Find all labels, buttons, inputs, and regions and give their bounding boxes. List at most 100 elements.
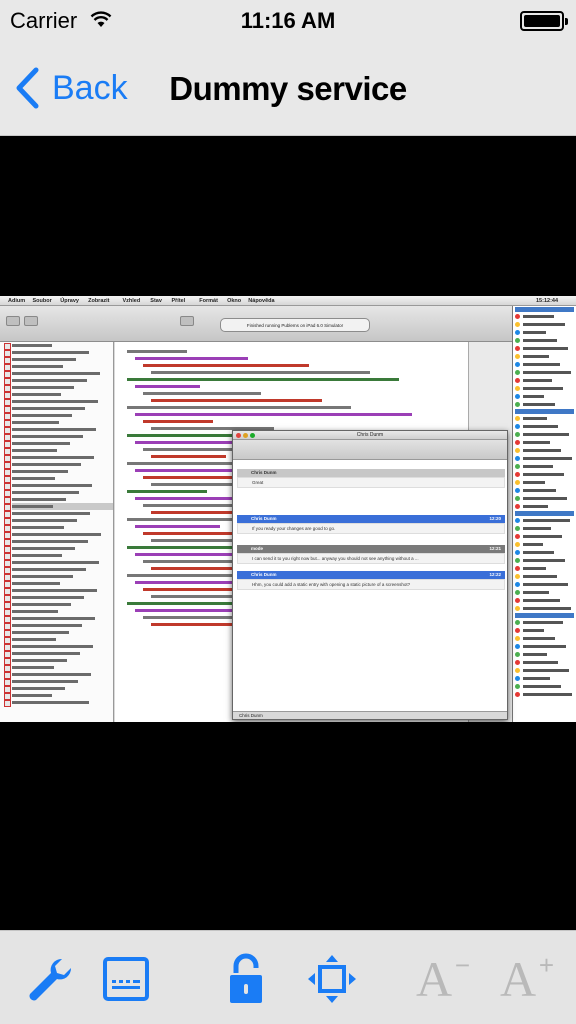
buddy-row xyxy=(515,321,574,328)
buddy-row xyxy=(515,573,574,580)
code-line xyxy=(143,364,309,367)
chat-toolbar xyxy=(233,440,507,460)
buddy-row xyxy=(515,517,574,524)
navigator-row xyxy=(4,678,113,686)
buddy-row xyxy=(515,393,574,400)
xcode-status-pill: Finished running Publems on iPad 6.0 Sim… xyxy=(220,318,370,332)
buddy-row xyxy=(515,511,574,516)
fit-screen-button[interactable] xyxy=(304,951,360,1007)
navigator-row xyxy=(4,384,113,392)
navigator-row xyxy=(4,657,113,665)
buddy-row xyxy=(515,455,574,462)
buddy-row xyxy=(515,691,574,698)
chat-message-header: Chris Dunm 12:22 xyxy=(237,571,505,579)
chat-window: Chris Dunm Chris Dunm Great Chris Dunm 12:2… xyxy=(232,430,508,720)
settings-button[interactable] xyxy=(22,951,78,1007)
buddy-row xyxy=(515,361,574,368)
menubar-clock: 15:12:44 xyxy=(536,298,559,304)
navigator-row xyxy=(4,608,113,616)
navigator-row xyxy=(4,636,113,644)
stop-button xyxy=(24,316,38,326)
navigator-row xyxy=(4,622,113,630)
navigator-row xyxy=(4,643,113,651)
buddy-row xyxy=(515,479,574,486)
navigator-row xyxy=(4,538,113,546)
navigator-row xyxy=(4,559,113,567)
menubar-item: Soubor xyxy=(32,298,52,304)
menubar-item: Stav xyxy=(150,298,162,304)
battery-icon xyxy=(520,11,568,31)
buddy-row xyxy=(515,643,574,650)
navigator-row xyxy=(4,363,113,371)
navigator-row xyxy=(4,447,113,455)
buddy-row xyxy=(515,627,574,634)
buddy-row xyxy=(515,385,574,392)
font-decrease-icon: A − xyxy=(415,950,471,1007)
buddy-row xyxy=(515,503,574,510)
buddy-row xyxy=(515,345,574,352)
chat-message: Chris Dunm 12:20 If you ready your changes… xyxy=(237,515,505,534)
lock-button[interactable] xyxy=(218,951,274,1007)
menubar-item: Okno xyxy=(227,298,242,304)
menubar-item: Adium xyxy=(8,298,26,304)
screenshot-viewer[interactable]: 15:12:44 Adium Soubor Úpravy Zobrazit Vzhled… xyxy=(0,136,576,930)
navigator-row xyxy=(4,440,113,448)
navigator-row xyxy=(4,594,113,602)
buddy-row xyxy=(515,675,574,682)
clock: 11:16 AM xyxy=(240,8,336,33)
buddy-row xyxy=(515,589,574,596)
buddy-row xyxy=(515,651,574,658)
buddy-row xyxy=(515,557,574,564)
buddy-row xyxy=(515,605,574,612)
project-navigator xyxy=(0,342,114,722)
navigator-row xyxy=(4,405,113,413)
buddy-row xyxy=(515,635,574,642)
chat-message-body: If you ready your changes are good to go… xyxy=(237,523,505,534)
font-increase-button[interactable]: A + xyxy=(490,951,554,1007)
menubar-item: Úpravy xyxy=(60,298,79,304)
navigator-row xyxy=(4,615,113,623)
navigator-row xyxy=(4,664,113,672)
chat-tabbar: Chris Dunm xyxy=(233,711,507,719)
unlock-icon xyxy=(230,953,262,1003)
navigator-row xyxy=(4,685,113,693)
navigator-row xyxy=(4,398,113,406)
menubar-item: Zobrazit xyxy=(88,298,110,304)
navigator-row xyxy=(4,566,113,574)
chat-message: mode 12:21 I can send it to you right now … xyxy=(237,545,505,564)
keyboard-icon xyxy=(103,957,149,1001)
code-line xyxy=(143,560,233,563)
breakpoints-button xyxy=(180,316,194,326)
buddy-row xyxy=(515,659,574,666)
navigator-row xyxy=(4,601,113,609)
buddy-row xyxy=(515,533,574,540)
buddy-row xyxy=(515,415,574,422)
buddy-row xyxy=(515,313,574,320)
chat-titlebar: Chris Dunm xyxy=(233,431,507,440)
buddy-row xyxy=(515,525,574,532)
keyboard-button[interactable] xyxy=(98,951,154,1007)
run-button xyxy=(6,316,20,326)
buddy-row xyxy=(515,463,574,470)
font-decrease-button[interactable]: A − xyxy=(406,950,471,1007)
menubar-item: Formát xyxy=(199,298,218,304)
navigator-row xyxy=(4,370,113,378)
chat-message-header: Chris Dunm 12:20 xyxy=(237,515,505,523)
buddy-row xyxy=(515,423,574,430)
code-line xyxy=(127,378,399,381)
buddy-row xyxy=(515,369,574,376)
chat-message-body: I can send it to you right now but... an… xyxy=(237,553,505,564)
xcode-toolbar: Finished running Publems on iPad 6.0 Sim… xyxy=(0,306,512,342)
buddy-row xyxy=(515,439,574,446)
wrench-icon xyxy=(29,958,72,1001)
menubar-item: Přítel xyxy=(171,298,186,304)
navigator-row xyxy=(4,650,113,658)
buddy-row xyxy=(515,401,574,408)
navigator-row xyxy=(4,573,113,581)
navigator-row xyxy=(4,468,113,476)
buddy-row xyxy=(515,471,574,478)
navigator-row xyxy=(4,433,113,441)
buddy-row xyxy=(515,409,574,414)
buddy-row xyxy=(515,431,574,438)
navigator-row xyxy=(4,699,113,707)
